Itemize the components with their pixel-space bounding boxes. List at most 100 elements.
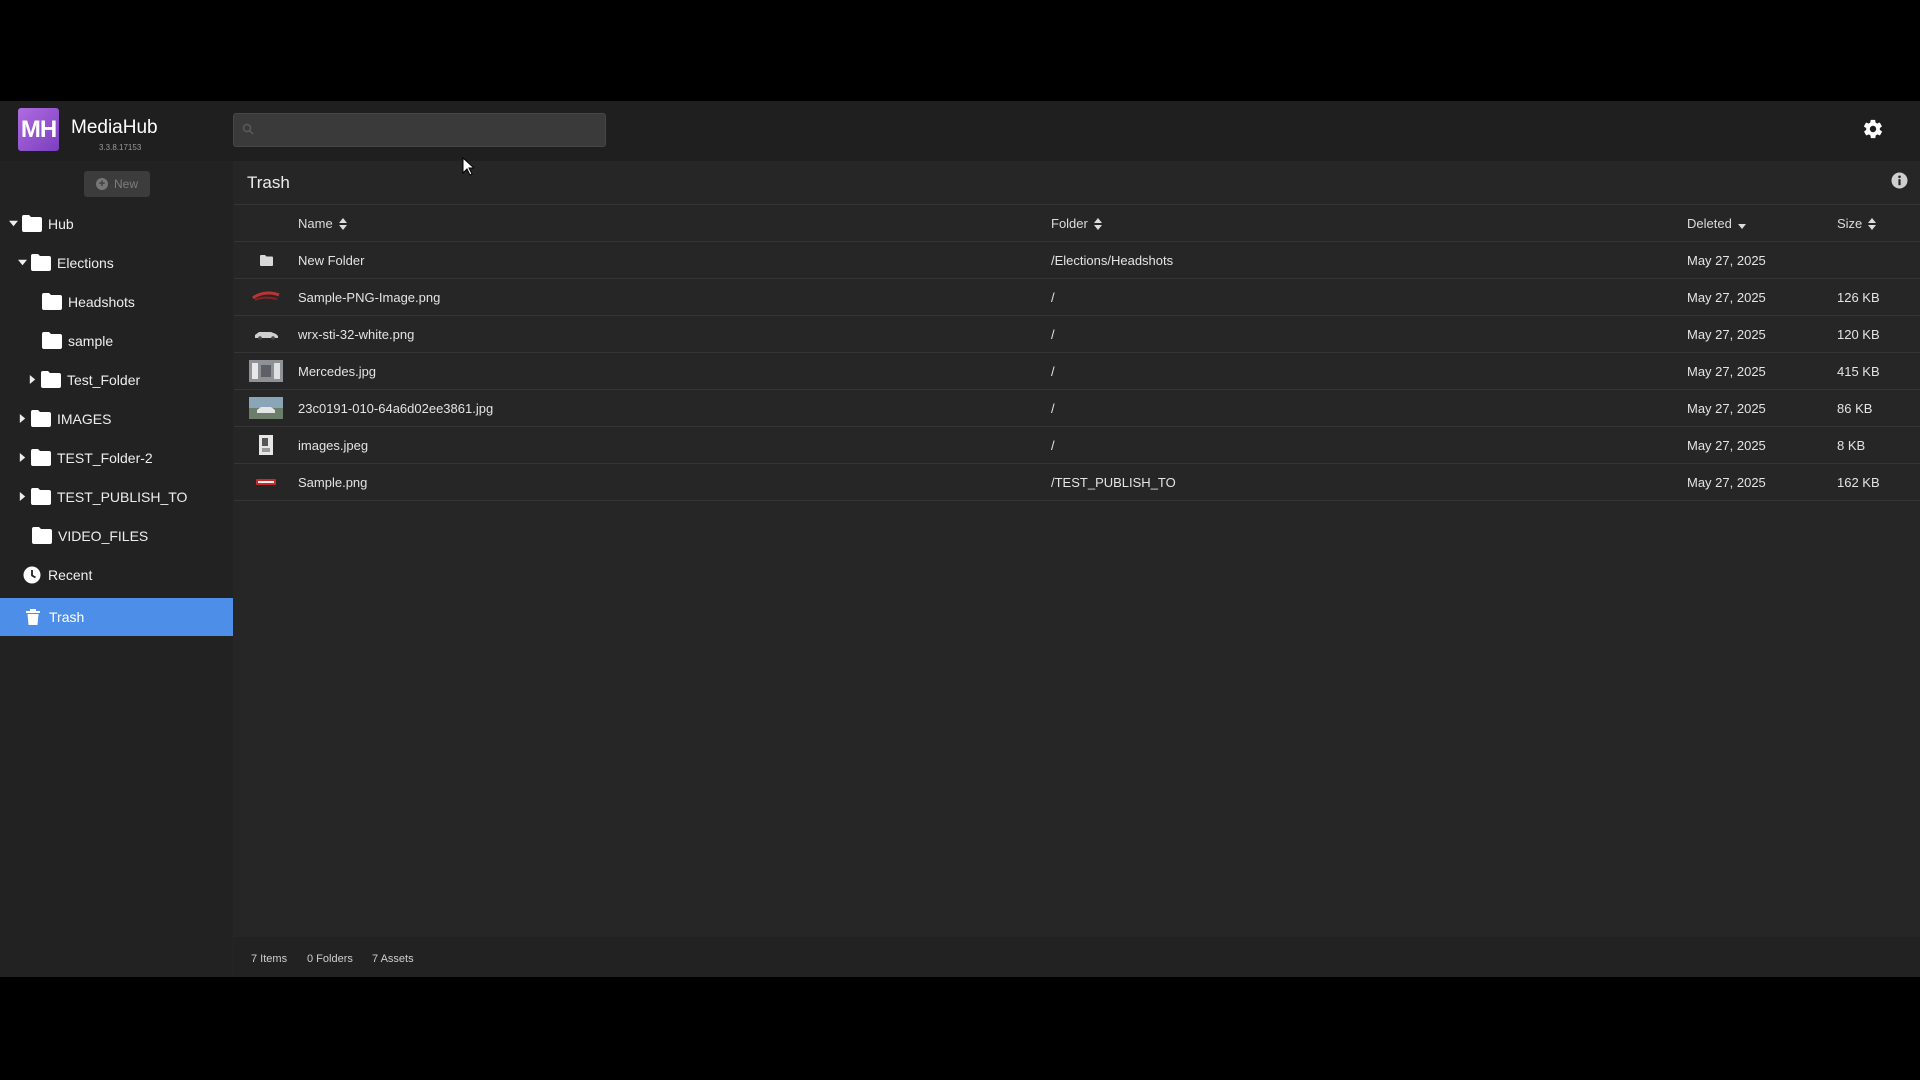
image-thumbnail xyxy=(249,397,283,419)
page-title: Trash xyxy=(247,173,290,192)
tree-item-label: TEST_PUBLISH_TO xyxy=(57,488,188,505)
tree-item-headshots[interactable]: Headshots xyxy=(0,282,233,321)
tree-item-label: Test_Folder xyxy=(67,371,141,388)
cell-folder: / xyxy=(1051,438,1055,453)
cell-deleted: May 27, 2025 xyxy=(1687,438,1766,453)
folder-icon xyxy=(31,254,51,271)
tree-item-sample[interactable]: sample xyxy=(0,321,233,360)
cell-size: 415 KB xyxy=(1837,364,1880,379)
tree-item-label: Headshots xyxy=(68,293,135,310)
caret-right-icon[interactable] xyxy=(17,414,27,424)
cell-folder: /TEST_PUBLISH_TO xyxy=(1051,475,1176,490)
app-logo[interactable]: MH xyxy=(18,108,59,151)
status-bar: 7 Items 0 Folders 7 Assets xyxy=(234,937,1920,977)
column-header-label: Deleted xyxy=(1687,216,1732,231)
divider xyxy=(234,204,1920,205)
folder-icon xyxy=(41,371,61,388)
cell-name: 23c0191-010-64a6d02ee3861.jpg xyxy=(298,401,494,416)
caret-right-icon[interactable] xyxy=(17,453,27,463)
column-header-label: Folder xyxy=(1051,216,1088,231)
new-button[interactable]: + New xyxy=(84,171,150,197)
table-row[interactable]: Mercedes.jpg / May 27, 2025 415 KB xyxy=(234,353,1920,390)
cell-deleted: May 27, 2025 xyxy=(1687,475,1766,490)
cell-name: New Folder xyxy=(298,253,365,268)
sort-icon xyxy=(338,217,347,230)
sidebar: + New Hub Elections Headshots sample Tes… xyxy=(0,161,233,977)
image-thumbnail xyxy=(252,291,280,301)
table-row[interactable]: 23c0191-010-64a6d02ee3861.jpg / May 27, … xyxy=(234,390,1920,427)
tree-item-images[interactable]: IMAGES xyxy=(0,399,233,438)
sort-desc-icon xyxy=(1737,223,1746,229)
tree-item-elections[interactable]: Elections xyxy=(0,243,233,282)
cell-folder: / xyxy=(1051,290,1055,305)
sidebar-item-label: Trash xyxy=(49,609,85,625)
sidebar-item-label: Recent xyxy=(48,566,93,583)
app-version: 3.3.8.17153 xyxy=(99,143,142,152)
asset-count: 7 Assets xyxy=(372,953,414,965)
cell-folder: / xyxy=(1051,364,1055,379)
cell-name: Sample.png xyxy=(298,475,368,490)
cell-name: Sample-PNG-Image.png xyxy=(298,290,441,305)
sidebar-item-recent[interactable]: Recent xyxy=(0,555,233,594)
caret-down-icon[interactable] xyxy=(17,258,27,268)
app-window: MH MediaHub 3.3.8.17153 + New Hub Electi… xyxy=(0,101,1920,977)
main-panel: Trash Name Folder Deleted Size New Folde… xyxy=(234,161,1920,977)
table-row[interactable]: Sample-PNG-Image.png / May 27, 2025 126 … xyxy=(234,279,1920,316)
column-header-deleted[interactable]: Deleted xyxy=(1687,216,1746,231)
folder-icon xyxy=(31,449,51,466)
table-row[interactable]: Sample.png /TEST_PUBLISH_TO May 27, 2025… xyxy=(234,464,1920,501)
column-header-label: Size xyxy=(1837,216,1863,231)
tree-item-test-folder[interactable]: Test_Folder xyxy=(0,360,233,399)
tree-item-hub[interactable]: Hub xyxy=(0,204,233,243)
plus-icon: + xyxy=(95,178,108,190)
folder-count: 0 Folders xyxy=(307,953,353,965)
tree-item-test-publish-to[interactable]: TEST_PUBLISH_TO xyxy=(0,477,233,516)
caret-right-icon[interactable] xyxy=(27,375,37,385)
tree-item-label: sample xyxy=(68,332,114,349)
gear-icon[interactable] xyxy=(1862,118,1884,140)
cell-size: 120 KB xyxy=(1837,327,1880,342)
table-row[interactable]: New Folder /Elections/Headshots May 27, … xyxy=(234,242,1920,279)
tree-item-label: IMAGES xyxy=(57,410,112,427)
tree-item-video-files[interactable]: VIDEO_FILES xyxy=(0,516,233,555)
tree-item-test-folder-2[interactable]: TEST_Folder-2 xyxy=(0,438,233,477)
cell-name: wrx-sti-32-white.png xyxy=(298,327,415,342)
column-header-name[interactable]: Name xyxy=(298,216,347,231)
top-bar: MH MediaHub 3.3.8.17153 xyxy=(0,101,1920,161)
folder-icon xyxy=(31,488,51,505)
column-header-size[interactable]: Size xyxy=(1837,216,1877,231)
cell-deleted: May 27, 2025 xyxy=(1687,327,1766,342)
item-count: 7 Items xyxy=(251,953,288,965)
folder-icon xyxy=(260,255,273,266)
cell-size: 8 KB xyxy=(1837,438,1866,453)
cell-deleted: May 27, 2025 xyxy=(1687,364,1766,379)
cell-size: 86 KB xyxy=(1837,401,1873,416)
column-header-label: Name xyxy=(298,216,333,231)
table-row[interactable]: wrx-sti-32-white.png / May 27, 2025 120 … xyxy=(234,316,1920,353)
cell-size: 126 KB xyxy=(1837,290,1880,305)
caret-down-icon[interactable] xyxy=(8,219,18,229)
table-row[interactable]: images.jpeg / May 27, 2025 8 KB xyxy=(234,427,1920,464)
cell-deleted: May 27, 2025 xyxy=(1687,253,1766,268)
info-icon[interactable] xyxy=(1891,172,1908,189)
folder-icon xyxy=(42,332,62,349)
folder-icon xyxy=(22,215,42,232)
image-thumbnail xyxy=(255,332,278,340)
clock-icon xyxy=(23,566,41,583)
trash-icon xyxy=(26,609,40,625)
cell-deleted: May 27, 2025 xyxy=(1687,290,1766,305)
mouse-cursor-icon xyxy=(462,157,474,176)
tree-item-label: VIDEO_FILES xyxy=(58,527,149,544)
cell-name: images.jpeg xyxy=(298,438,369,453)
new-button-label: New xyxy=(113,177,138,191)
sort-icon xyxy=(1093,217,1102,230)
folder-icon xyxy=(31,410,51,427)
column-header-folder[interactable]: Folder xyxy=(1051,216,1102,231)
caret-right-icon[interactable] xyxy=(17,492,27,502)
search-input[interactable] xyxy=(233,113,606,147)
cell-folder: / xyxy=(1051,401,1055,416)
search-icon xyxy=(242,123,254,135)
cell-name: Mercedes.jpg xyxy=(298,364,377,379)
sort-icon xyxy=(1868,217,1877,230)
sidebar-item-trash[interactable]: Trash xyxy=(0,598,233,636)
